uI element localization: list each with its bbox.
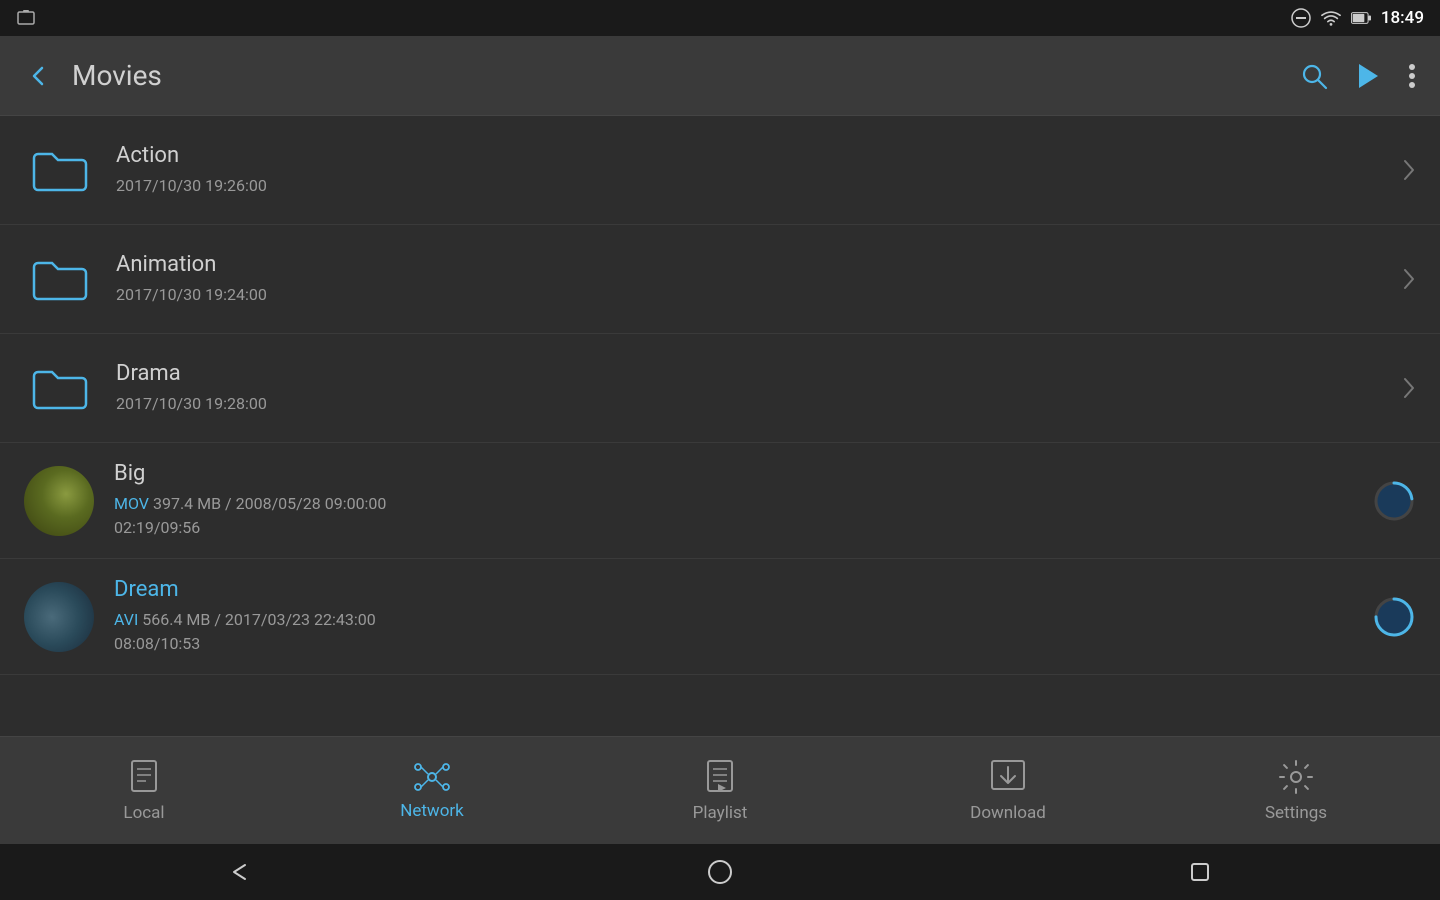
folder-date: 2017/10/30 19:28:00 [116,392,1386,416]
nav-item-network[interactable]: Network [288,737,576,844]
more-options-button[interactable] [1408,62,1416,90]
wifi-icon [1321,8,1341,28]
battery-icon [1351,8,1371,28]
progress-circle-icon [1356,479,1416,523]
file-thumbnail [24,582,94,652]
file-name: Big [114,461,1356,486]
folder-info: Drama 2017/10/30 19:28:00 [116,361,1386,416]
content-list: Action 2017/10/30 19:26:00 Animation 201… [0,116,1440,736]
play-button[interactable] [1356,62,1380,90]
status-bar-left [16,8,36,28]
status-bar: 18:49 [0,0,1440,36]
screenshot-icon [16,8,36,28]
file-meta: MOV 397.4 MB / 2008/05/28 09:00:00 [114,492,1356,516]
local-nav-label: Local [123,803,164,823]
file-name: Dream [114,577,1356,602]
playlist-nav-icon [704,759,736,795]
file-info: Big MOV 397.4 MB / 2008/05/28 09:00:00 0… [114,461,1356,540]
dnd-icon [1291,8,1311,28]
file-info: Dream AVI 566.4 MB / 2017/03/23 22:43:00… [114,577,1356,656]
file-time: 08:08/10:53 [114,632,1356,656]
folder-info: Action 2017/10/30 19:26:00 [116,143,1386,198]
folder-name: Animation [116,252,1386,277]
back-nav-button[interactable] [215,847,265,897]
home-nav-button[interactable] [695,847,745,897]
folder-icon [24,134,96,206]
header-actions [1300,62,1416,90]
bottom-nav: Local Network Playlist Download Settings [0,736,1440,844]
folder-date: 2017/10/30 19:24:00 [116,283,1386,307]
progress-circle-icon [1356,595,1416,639]
android-nav-bar [0,844,1440,900]
download-nav-label: Download [970,803,1046,823]
folder-date: 2017/10/30 19:26:00 [116,174,1386,198]
nav-item-playlist[interactable]: Playlist [576,737,864,844]
status-bar-right: 18:49 [1291,8,1424,28]
settings-nav-icon [1278,759,1314,795]
file-meta: AVI 566.4 MB / 2017/03/23 22:43:00 [114,608,1356,632]
chevron-right-icon [1402,376,1416,400]
back-button[interactable] [24,62,52,90]
page-title: Movies [72,59,1280,92]
playlist-nav-label: Playlist [693,803,748,823]
folder-icon [24,352,96,424]
chevron-right-icon [1402,158,1416,182]
folder-name: Action [116,143,1386,168]
network-nav-icon [414,761,450,793]
search-button[interactable] [1300,62,1328,90]
nav-item-local[interactable]: Local [0,737,288,844]
folder-name: Drama [116,361,1386,386]
file-time: 02:19/09:56 [114,516,1356,540]
folder-item[interactable]: Action 2017/10/30 19:26:00 [0,116,1440,225]
chevron-right-icon [1402,267,1416,291]
header: Movies [0,36,1440,116]
file-thumbnail [24,466,94,536]
file-item[interactable]: Dream AVI 566.4 MB / 2017/03/23 22:43:00… [0,559,1440,675]
folder-icon [24,243,96,315]
settings-nav-label: Settings [1265,803,1327,823]
nav-item-download[interactable]: Download [864,737,1152,844]
folder-item[interactable]: Animation 2017/10/30 19:24:00 [0,225,1440,334]
download-nav-icon [990,759,1026,795]
clock: 18:49 [1381,8,1424,28]
file-item[interactable]: Big MOV 397.4 MB / 2008/05/28 09:00:00 0… [0,443,1440,559]
network-nav-label: Network [400,801,464,821]
folder-info: Animation 2017/10/30 19:24:00 [116,252,1386,307]
local-nav-icon [128,759,160,795]
folder-item[interactable]: Drama 2017/10/30 19:28:00 [0,334,1440,443]
recents-nav-button[interactable] [1175,847,1225,897]
nav-item-settings[interactable]: Settings [1152,737,1440,844]
